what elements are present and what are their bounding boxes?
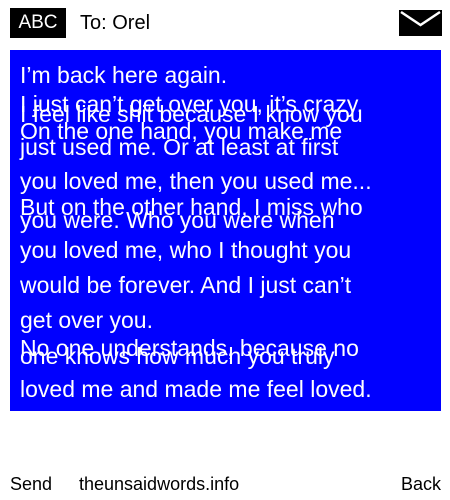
recipient-label[interactable]: To: Orel [80, 8, 150, 38]
message-line: you were. Who you were when [20, 207, 335, 233]
input-mode-badge[interactable]: ABC [10, 8, 66, 38]
message-body[interactable]: I’m back here again. I just can’t get ov… [10, 50, 441, 411]
message-line: would be forever. And I just can’t [20, 272, 352, 298]
envelope-icon [399, 10, 442, 36]
softkey-bar: Send theunsaidwords.info Back [0, 470, 450, 500]
back-softkey[interactable]: Back [401, 470, 441, 498]
send-softkey[interactable]: Send [10, 470, 52, 498]
message-line: get over you. [20, 307, 153, 333]
message-line: I’m back here again. [20, 62, 228, 88]
site-url-label: theunsaidwords.info [79, 474, 240, 494]
message-line: just used me. Or at least at first [20, 134, 339, 160]
message-line: you loved me, who I thought you [20, 237, 352, 263]
message-line: one knows how much you truly [20, 343, 335, 369]
message-line: you loved me, then you used me... [20, 168, 372, 194]
header-bar: ABC To: Orel [0, 0, 450, 44]
message-line: loved me and made me feel loved. [20, 376, 372, 402]
